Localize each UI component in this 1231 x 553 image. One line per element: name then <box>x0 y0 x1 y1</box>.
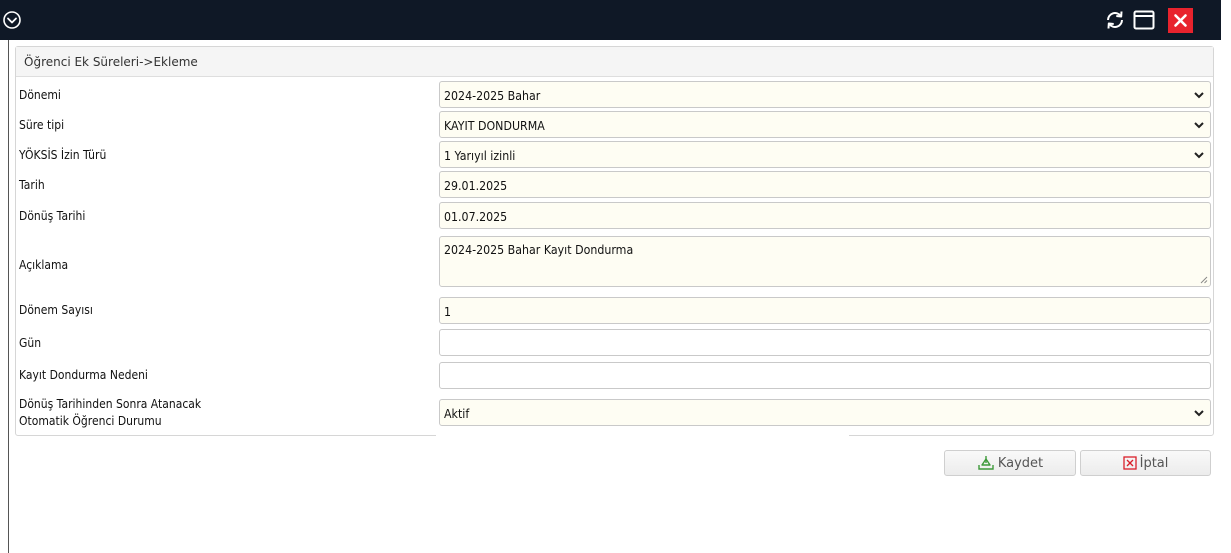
tarih-value: 29.01.2025 <box>444 179 508 193</box>
label-kayit-dondurma-nedeni: Kayıt Dondurma Nedeni <box>19 368 148 382</box>
maximize-icon[interactable] <box>1133 10 1155 30</box>
donemi-select[interactable]: 2024-2025 Bahar <box>439 81 1211 108</box>
label-gun: Gün <box>19 336 42 350</box>
donem-sayisi-input[interactable]: 1 <box>439 297 1211 324</box>
label-otomatik-durum-line2: Otomatik Öğrenci Durumu <box>19 414 162 428</box>
chevron-circle-down-icon[interactable] <box>2 10 22 30</box>
label-donemi: Dönemi <box>19 88 61 102</box>
chevron-down-icon <box>1194 92 1204 99</box>
save-icon <box>978 456 994 470</box>
sure-tipi-value: KAYIT DONDURMA <box>444 119 545 133</box>
label-otomatik-durum-line1: Dönüş Tarihinden Sonra Atanacak <box>19 397 202 411</box>
close-icon <box>1174 14 1187 27</box>
title-bar <box>0 0 1221 40</box>
cancel-icon <box>1122 456 1137 470</box>
yoksis-izin-turu-value: 1 Yarıyıl izinli <box>444 149 516 163</box>
label-yoksis-izin-turu: YÖKSİS İzin Türü <box>19 148 107 162</box>
resize-grip-icon[interactable] <box>1199 275 1208 284</box>
aciklama-textarea[interactable]: 2024-2025 Bahar Kayıt Dondurma <box>439 236 1211 287</box>
kayit-dondurma-nedeni-input[interactable] <box>439 362 1211 389</box>
label-donem-sayisi: Dönem Sayısı <box>19 303 93 317</box>
donus-tarihi-input[interactable]: 01.07.2025 <box>439 202 1211 229</box>
label-sure-tipi: Süre tipi <box>19 118 65 132</box>
close-button[interactable] <box>1168 8 1193 33</box>
label-donus-tarihi: Dönüş Tarihi <box>19 209 86 223</box>
refresh-icon[interactable] <box>1104 9 1126 31</box>
cancel-button[interactable]: İptal <box>1080 450 1211 476</box>
sure-tipi-select[interactable]: KAYIT DONDURMA <box>439 111 1211 138</box>
donus-tarihi-value: 01.07.2025 <box>444 210 508 224</box>
label-tarih: Tarih <box>19 178 45 192</box>
save-button-label: Kaydet <box>997 455 1044 471</box>
panel-header: Öğrenci Ek Süreleri->Ekleme <box>16 47 1213 77</box>
panel-title: Öğrenci Ek Süreleri->Ekleme <box>24 55 198 69</box>
window-left-border <box>8 40 9 553</box>
chevron-down-icon <box>1194 410 1204 417</box>
donemi-value: 2024-2025 Bahar <box>444 89 541 103</box>
otomatik-durum-value: Aktif <box>444 407 470 421</box>
yoksis-izin-turu-select[interactable]: 1 Yarıyıl izinli <box>439 141 1211 168</box>
cancel-button-label: İptal <box>1139 455 1169 471</box>
aciklama-value: 2024-2025 Bahar Kayıt Dondurma <box>444 243 634 257</box>
modal-window: Öğrenci Ek Süreleri->Ekleme Dönemi Süre … <box>0 0 1231 553</box>
gun-input[interactable] <box>439 329 1211 356</box>
label-aciklama: Açıklama <box>19 258 69 272</box>
tarih-input[interactable]: 29.01.2025 <box>439 171 1211 198</box>
chevron-down-icon <box>1194 152 1204 159</box>
otomatik-durum-select[interactable]: Aktif <box>439 399 1211 426</box>
chevron-down-icon <box>1194 122 1204 129</box>
save-button[interactable]: Kaydet <box>944 450 1076 476</box>
donem-sayisi-value: 1 <box>444 305 452 319</box>
panel-border-gap <box>436 432 849 440</box>
